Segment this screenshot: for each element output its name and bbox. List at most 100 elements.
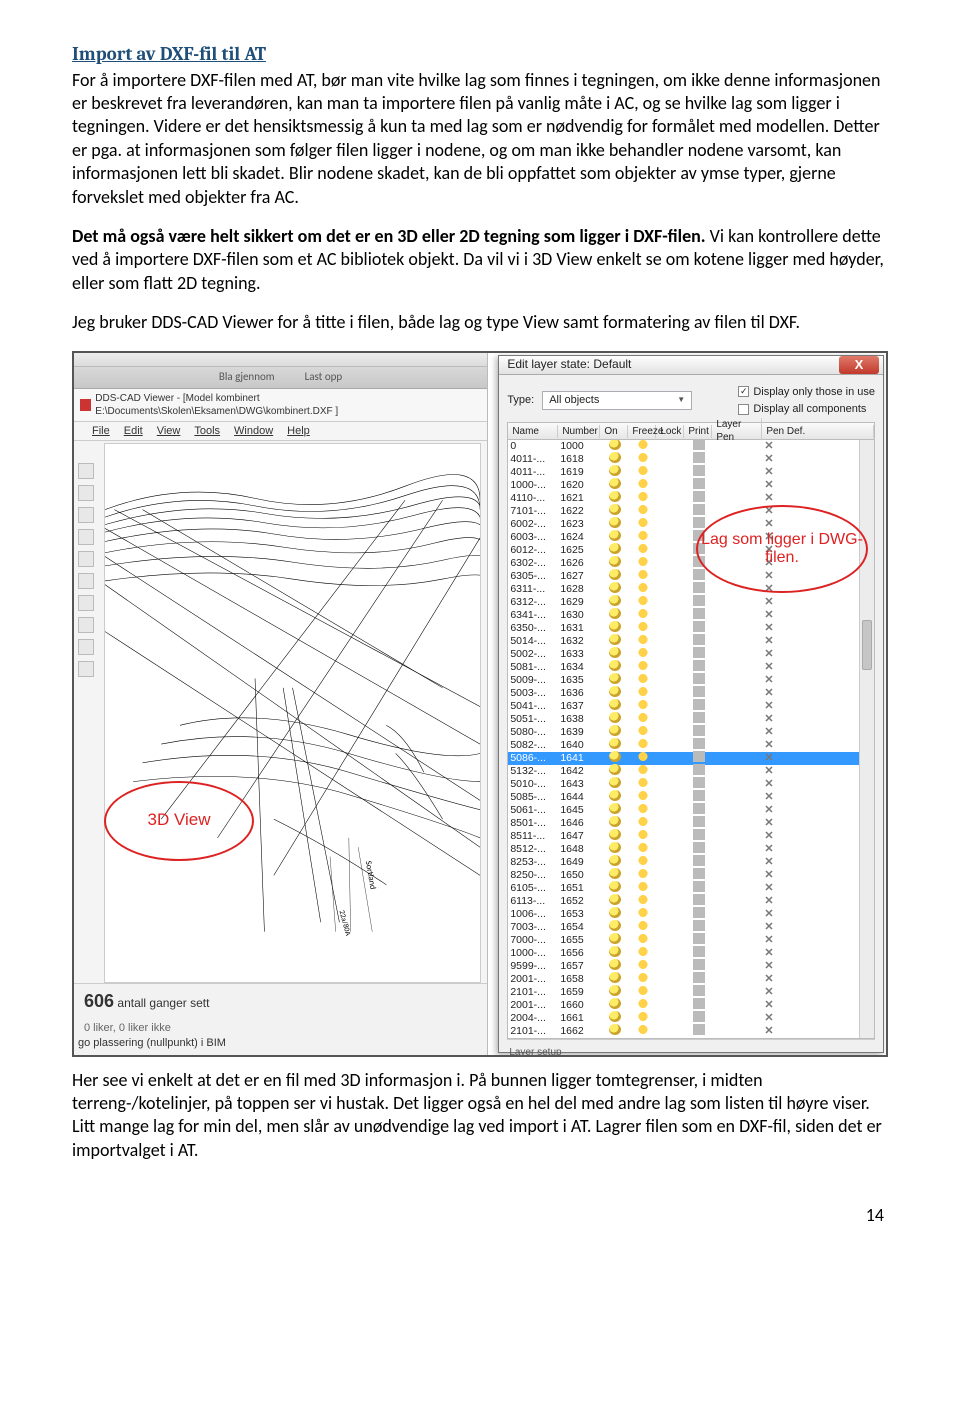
- printer-icon: [693, 998, 705, 1009]
- chk2-label: Display all components: [753, 402, 866, 416]
- printer-icon: [693, 1024, 705, 1035]
- cross-icon: ✕: [764, 804, 773, 816]
- menu-file[interactable]: File: [92, 424, 110, 438]
- cross-icon: ✕: [764, 596, 773, 608]
- sun-icon: [637, 751, 649, 762]
- menu-view[interactable]: View: [157, 424, 181, 438]
- sun-icon: [637, 1024, 649, 1035]
- hdr-lock[interactable]: Lock: [656, 425, 684, 438]
- printer-icon: [693, 504, 705, 515]
- paragraph-1: For å importere DXF-filen med AT, bør ma…: [72, 69, 888, 209]
- window-titlebar: DDS-CAD Viewer - [Model kombinert E:\Doc…: [74, 389, 487, 422]
- printer-icon: [693, 764, 705, 775]
- menu-edit[interactable]: Edit: [124, 424, 143, 438]
- menu-help[interactable]: Help: [287, 424, 310, 438]
- tool-icon[interactable]: [78, 551, 94, 567]
- svg-text:22a/80A: 22a/80A: [337, 909, 353, 937]
- menu-window[interactable]: Window: [234, 424, 273, 438]
- hdr-pendef[interactable]: Pen Def.: [762, 425, 874, 438]
- sun-icon: [637, 946, 649, 957]
- cross-icon: ✕: [764, 973, 773, 985]
- printer-icon: [693, 920, 705, 931]
- tool-icon[interactable]: [78, 639, 94, 655]
- checkbox-icon: ✓: [738, 386, 749, 397]
- bulb-icon: [609, 998, 621, 1009]
- view-count-label: antall ganger sett: [117, 996, 209, 1010]
- cross-icon: ✕: [764, 869, 773, 881]
- sun-icon: [637, 556, 649, 567]
- bulb-icon: [609, 465, 621, 476]
- printer-icon: [693, 673, 705, 684]
- tool-icon[interactable]: [78, 507, 94, 523]
- bulb-icon: [609, 738, 621, 749]
- sun-icon: [637, 452, 649, 463]
- paragraph-2: Det må også være helt sikkert om det er …: [72, 225, 888, 295]
- menu-tools[interactable]: Tools: [194, 424, 220, 438]
- tool-icon[interactable]: [78, 485, 94, 501]
- printer-icon: [693, 491, 705, 502]
- cross-icon: ✕: [764, 856, 773, 868]
- tool-icon[interactable]: [78, 573, 94, 589]
- scrollbar[interactable]: [859, 440, 874, 1038]
- bulb-icon: [609, 881, 621, 892]
- bulb-icon: [609, 478, 621, 489]
- type-select[interactable]: All objects ▼: [542, 391, 692, 410]
- printer-icon: [693, 452, 705, 463]
- annotation-layers-text: Lag som ligger i DWG-filen.: [698, 531, 866, 566]
- hdr-name[interactable]: Name: [508, 425, 558, 438]
- annotation-layers: Lag som ligger i DWG-filen.: [696, 505, 868, 593]
- tab-bar: Bla gjennom Last opp: [74, 367, 487, 389]
- sun-icon: [637, 790, 649, 801]
- cross-icon: ✕: [764, 999, 773, 1011]
- bulb-icon: [609, 790, 621, 801]
- sun-icon: [637, 517, 649, 528]
- sun-icon: [637, 634, 649, 645]
- sun-icon: [637, 491, 649, 502]
- browser-toolbar: [74, 353, 487, 367]
- sun-icon: [637, 738, 649, 749]
- chk1-label: Display only those in use: [753, 385, 875, 399]
- printer-icon: [693, 868, 705, 879]
- sun-icon: [637, 1011, 649, 1022]
- tab-upload[interactable]: Last opp: [305, 370, 343, 384]
- tool-icon[interactable]: [78, 463, 94, 479]
- bulb-icon: [609, 621, 621, 632]
- tool-icon[interactable]: [78, 661, 94, 677]
- bulb-icon: [609, 699, 621, 710]
- bulb-icon: [609, 803, 621, 814]
- annotation-3d-view: 3D View: [104, 781, 254, 861]
- hdr-on[interactable]: On: [600, 425, 628, 438]
- paragraph-4: Her see vi enkelt at det er en fil med 3…: [72, 1069, 888, 1163]
- chk-only-in-use[interactable]: ✓ Display only those in use: [738, 385, 875, 399]
- tool-icon[interactable]: [78, 617, 94, 633]
- bulb-icon: [609, 751, 621, 762]
- sun-icon: [637, 842, 649, 853]
- type-label: Type:: [507, 393, 534, 407]
- bulb-icon: [609, 660, 621, 671]
- cross-icon: ✕: [764, 492, 773, 504]
- hdr-print[interactable]: Print: [684, 425, 712, 438]
- cross-icon: ✕: [764, 843, 773, 855]
- tool-icon[interactable]: [78, 529, 94, 545]
- hdr-number[interactable]: Number: [558, 425, 600, 438]
- layer-row[interactable]: 2101-...1662✕: [508, 1025, 874, 1038]
- layer-list-header: Name Number On Freeze Lock Print Layer P…: [507, 422, 875, 440]
- bulb-icon: [609, 855, 621, 866]
- printer-icon: [693, 972, 705, 983]
- drawing-viewport[interactable]: Sortland 22a/80A: [104, 443, 481, 983]
- chk-all-components[interactable]: Display all components: [738, 402, 875, 416]
- bulb-icon: [609, 933, 621, 944]
- sun-icon: [637, 712, 649, 723]
- tool-column: [78, 463, 98, 677]
- close-button[interactable]: X: [839, 356, 879, 374]
- cross-icon: ✕: [764, 765, 773, 777]
- hdr-freeze[interactable]: Freeze: [628, 425, 656, 438]
- para2-bold: Det må også være helt sikkert om det er …: [72, 225, 706, 247]
- bulb-icon: [609, 517, 621, 528]
- bulb-icon: [609, 634, 621, 645]
- scrollbar-thumb[interactable]: [862, 620, 872, 670]
- tool-icon[interactable]: [78, 595, 94, 611]
- tab-browse[interactable]: Bla gjennom: [219, 370, 275, 384]
- sun-icon: [637, 816, 649, 827]
- sun-icon: [637, 504, 649, 515]
